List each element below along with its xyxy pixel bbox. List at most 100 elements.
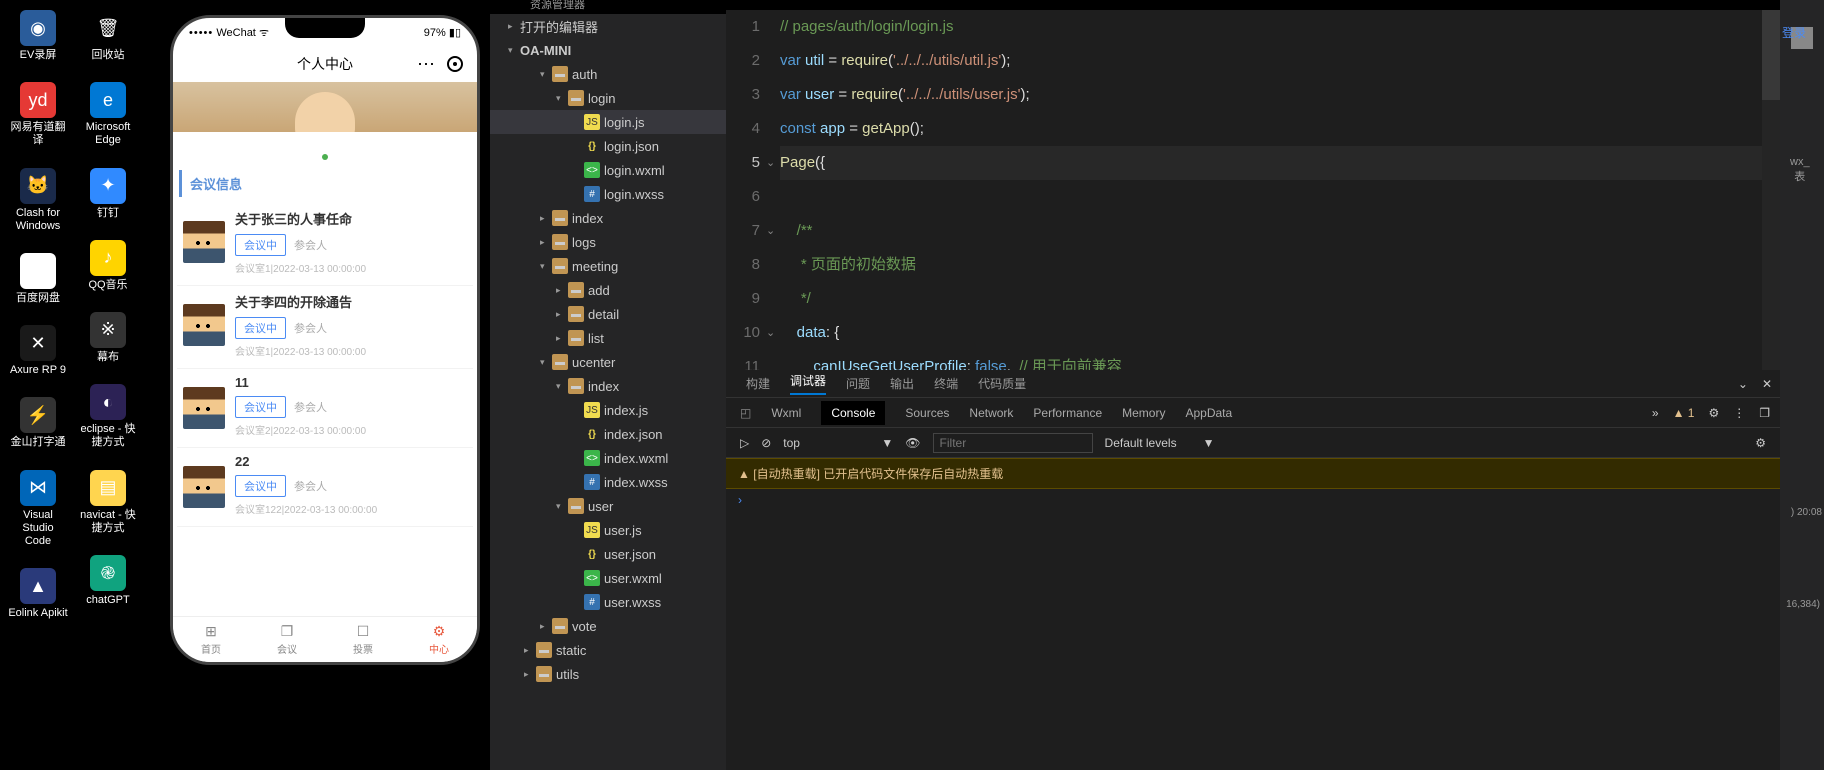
chevron-icon[interactable]: ▾ [540,357,552,368]
devtools-tab[interactable]: Network [969,406,1013,420]
chevron-icon[interactable]: ▾ [540,261,552,272]
tree-node[interactable]: ▸打开的编辑器 [490,14,726,38]
tab-会议[interactable]: ❐会议 [249,617,325,662]
meeting-item[interactable]: 11 会议中参会人 会议室2|2022-03-13 00:00:00 [177,369,473,448]
fold-icon[interactable]: ⌄ [766,326,775,339]
tree-node[interactable]: JSuser.js [490,518,726,542]
desktop-icon-dingtalk[interactable]: ✦钉钉 [78,168,138,220]
chevron-icon[interactable]: ▸ [508,21,520,32]
tree-node[interactable]: ▾▬auth [490,62,726,86]
tab-中心[interactable]: ⚙中心 [401,617,477,662]
filter-input[interactable] [933,433,1093,453]
tree-node[interactable]: ▾OA-MINI [490,38,726,62]
code-line[interactable]: var util = require('../../../utils/util.… [780,44,1780,78]
desktop-icon-navicat[interactable]: ▤navicat - 快捷方式 [78,470,138,535]
desktop-icon-baidu-pan[interactable]: ☁百度网盘 [8,253,68,305]
dbg-tab[interactable]: 输出 [890,375,914,392]
levels-selector[interactable]: Default levels ▼ [1105,436,1215,450]
devtools-tab[interactable]: AppData [1185,406,1232,420]
dbg-tab[interactable]: 终端 [934,375,958,392]
dbg-tab[interactable]: 代码质量 [978,375,1026,392]
desktop-icon-recycle[interactable]: 🗑回收站 [78,10,138,62]
fold-icon[interactable]: ⌄ [766,156,775,169]
chevron-icon[interactable]: ▾ [556,381,568,392]
devtools-tab[interactable]: Wxml [771,406,801,420]
minimap-thumb[interactable] [1762,10,1780,100]
tree-node[interactable]: {}index.json [490,422,726,446]
desktop-icon-ev-recorder[interactable]: ◉EV录屏 [8,10,68,62]
chevron-icon[interactable]: ▸ [524,645,536,656]
dbg-tab[interactable]: 问题 [846,375,870,392]
dbg-tab[interactable]: 构建 [746,375,770,392]
menu-icon[interactable]: ⋯ [417,54,435,75]
desktop-icon-eclipse[interactable]: ◐eclipse - 快捷方式 [78,384,138,449]
tree-node[interactable]: <>user.wxml [490,566,726,590]
minimap[interactable] [1762,10,1780,370]
warning-badge[interactable]: ▲ 1 [1673,406,1695,420]
tree-node[interactable]: ▸▬vote [490,614,726,638]
code-line[interactable]: /** [780,214,1780,248]
tree-node[interactable]: ▸▬detail [490,302,726,326]
devtools-tab[interactable]: Sources [905,406,949,420]
eye-icon[interactable]: 👁 [905,436,920,450]
tab-投票[interactable]: ☐投票 [325,617,401,662]
target-icon[interactable] [447,56,463,72]
desktop-icon-jinshan[interactable]: ⚡金山打字通 [8,397,68,449]
gear-icon[interactable]: ⚙ [1755,436,1766,450]
dock-icon[interactable]: ❐ [1759,406,1770,420]
meeting-item[interactable]: 关于张三的人事任命 会议中参会人 会议室1|2022-03-13 00:00:0… [177,203,473,286]
tree-node[interactable]: ▾▬ucenter [490,350,726,374]
close-icon[interactable]: ✕ [1762,377,1772,391]
gear-icon[interactable]: ⚙ [1708,406,1719,420]
meeting-item[interactable]: 关于李四的开除通告 会议中参会人 会议室1|2022-03-13 00:00:0… [177,286,473,369]
tree-node[interactable]: {}user.json [490,542,726,566]
tree-node[interactable]: ▸▬logs [490,230,726,254]
desktop-icon-clash[interactable]: 🐱Clash for Windows [8,168,68,233]
tree-node[interactable]: ▸▬add [490,278,726,302]
desktop-icon-eolink[interactable]: ▲Eolink Apikit [8,568,68,620]
chevron-icon[interactable]: ▸ [556,285,568,296]
devtools-tab[interactable]: Memory [1122,406,1165,420]
chevron-icon[interactable]: ▾ [540,69,552,80]
clear-icon[interactable]: ⊘ [761,436,771,450]
tree-node[interactable]: JSlogin.js [490,110,726,134]
chevron-down-icon[interactable]: ⌄ [1738,377,1748,391]
devtools-tab[interactable]: Console [821,401,885,425]
tree-node[interactable]: ▸▬utils [490,662,726,686]
desktop-icon-youdao[interactable]: yd网易有道翻译 [8,82,68,147]
tree-node[interactable]: ▾▬login [490,86,726,110]
kebab-icon[interactable]: ⋮ [1733,406,1745,420]
login-link[interactable]: 登录 [1782,24,1806,41]
desktop-icon-mubu[interactable]: ※幕布 [78,312,138,364]
code-line[interactable]: const app = getApp(); [780,112,1780,146]
tree-node[interactable]: <>login.wxml [490,158,726,182]
chevron-icon[interactable]: ▸ [524,669,536,680]
desktop-icon-chatgpt[interactable]: ֎chatGPT [78,555,138,607]
chevron-icon[interactable]: ▸ [556,309,568,320]
chevron-icon[interactable]: ▾ [556,501,568,512]
play-icon[interactable]: ▷ [740,436,749,450]
chevron-icon[interactable]: ▸ [540,213,552,224]
tree-node[interactable]: ▾▬meeting [490,254,726,278]
chevron-icon[interactable]: ▾ [508,45,520,56]
desktop-icon-edge[interactable]: eMicrosoft Edge [78,82,138,147]
tree-node[interactable]: ▾▬index [490,374,726,398]
tree-node[interactable]: <>index.wxml [490,446,726,470]
context-selector[interactable]: top▼ [783,436,893,450]
console-prompt[interactable]: › [726,489,1780,511]
chevron-icon[interactable]: ▸ [540,237,552,248]
file-tree[interactable]: ▸打开的编辑器▾OA-MINI▾▬auth▾▬loginJSlogin.js{}… [490,14,726,770]
tree-node[interactable]: #index.wxss [490,470,726,494]
desktop-icon-vscode[interactable]: ⋈Visual Studio Code [8,470,68,549]
code-line[interactable] [780,180,1780,214]
tree-node[interactable]: #login.wxss [490,182,726,206]
code-area[interactable]: // pages/auth/login/login.jsvar util = r… [780,10,1780,384]
inspect-icon[interactable]: ◰ [740,406,751,420]
dbg-tab[interactable]: 调试器 [790,372,826,395]
tree-node[interactable]: ▸▬index [490,206,726,230]
code-line[interactable]: Page({ [780,146,1780,180]
fold-icon[interactable]: ⌄ [766,224,775,237]
tree-node[interactable]: {}login.json [490,134,726,158]
tab-首页[interactable]: ⊞首页 [173,617,249,662]
chevron-icon[interactable]: ▸ [540,621,552,632]
